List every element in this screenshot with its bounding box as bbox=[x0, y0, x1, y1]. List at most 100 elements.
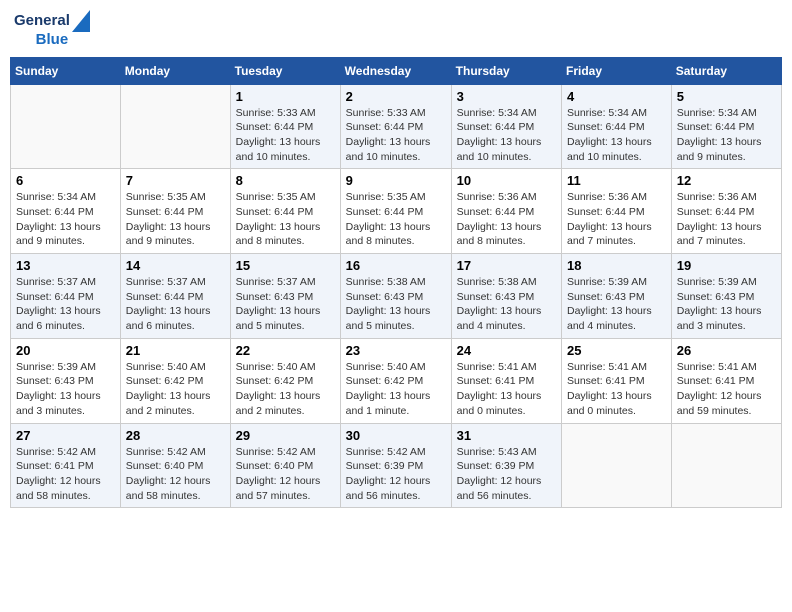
day-info: Sunrise: 5:36 AM Sunset: 6:44 PM Dayligh… bbox=[567, 190, 666, 249]
day-number: 29 bbox=[236, 428, 335, 443]
calendar-cell: 31 Sunrise: 5:43 AM Sunset: 6:39 PM Dayli… bbox=[451, 423, 561, 508]
calendar-cell: 6 Sunrise: 5:34 AM Sunset: 6:44 PM Daylig… bbox=[11, 169, 121, 254]
calendar-cell: 4 Sunrise: 5:34 AM Sunset: 6:44 PM Daylig… bbox=[562, 84, 672, 169]
day-number: 31 bbox=[457, 428, 556, 443]
calendar-week-row: 27Sunrise: 5:42 AM Sunset: 6:41 PM Dayli… bbox=[11, 423, 782, 508]
calendar-table: SundayMondayTuesdayWednesdayThursdayFrid… bbox=[10, 57, 782, 509]
day-number: 21 bbox=[126, 343, 225, 358]
day-number: 23 bbox=[346, 343, 446, 358]
day-info: Sunrise: 5:33 AM Sunset: 6:44 PM Dayligh… bbox=[236, 106, 335, 165]
calendar-week-row: 6 Sunrise: 5:34 AM Sunset: 6:44 PM Daylig… bbox=[11, 169, 782, 254]
day-info: Sunrise: 5:41 AM Sunset: 6:41 PM Dayligh… bbox=[457, 360, 556, 419]
day-info: Sunrise: 5:34 AM Sunset: 6:44 PM Dayligh… bbox=[16, 190, 115, 249]
calendar-week-row: 1Sunrise: 5:33 AM Sunset: 6:44 PM Daylig… bbox=[11, 84, 782, 169]
day-info: Sunrise: 5:36 AM Sunset: 6:44 PM Dayligh… bbox=[457, 190, 556, 249]
calendar-cell: 28 Sunrise: 5:42 AM Sunset: 6:40 PM Dayli… bbox=[120, 423, 230, 508]
day-number: 22 bbox=[236, 343, 335, 358]
day-number: 4 bbox=[567, 89, 666, 104]
day-header-monday: Monday bbox=[120, 57, 230, 84]
day-info: Sunrise: 5:40 AM Sunset: 6:42 PM Dayligh… bbox=[346, 360, 446, 419]
logo-text-general: General bbox=[14, 13, 70, 30]
day-header-sunday: Sunday bbox=[11, 57, 121, 84]
day-number: 19 bbox=[677, 258, 776, 273]
day-info: Sunrise: 5:37 AM Sunset: 6:43 PM Dayligh… bbox=[236, 275, 335, 334]
calendar-cell: 21 Sunrise: 5:40 AM Sunset: 6:42 PM Dayli… bbox=[120, 338, 230, 423]
day-number: 13 bbox=[16, 258, 115, 273]
day-header-tuesday: Tuesday bbox=[230, 57, 340, 84]
day-header-wednesday: Wednesday bbox=[340, 57, 451, 84]
day-info: Sunrise: 5:42 AM Sunset: 6:40 PM Dayligh… bbox=[126, 445, 225, 504]
day-number: 28 bbox=[126, 428, 225, 443]
calendar-cell: 5 Sunrise: 5:34 AM Sunset: 6:44 PM Daylig… bbox=[671, 84, 781, 169]
day-info: Sunrise: 5:35 AM Sunset: 6:44 PM Dayligh… bbox=[126, 190, 225, 249]
calendar-cell: 27Sunrise: 5:42 AM Sunset: 6:41 PM Dayli… bbox=[11, 423, 121, 508]
day-info: Sunrise: 5:35 AM Sunset: 6:44 PM Dayligh… bbox=[346, 190, 446, 249]
day-number: 20 bbox=[16, 343, 115, 358]
day-info: Sunrise: 5:39 AM Sunset: 6:43 PM Dayligh… bbox=[567, 275, 666, 334]
calendar-week-row: 13 Sunrise: 5:37 AM Sunset: 6:44 PM Dayli… bbox=[11, 254, 782, 339]
day-info: Sunrise: 5:35 AM Sunset: 6:44 PM Dayligh… bbox=[236, 190, 335, 249]
day-number: 7 bbox=[126, 173, 225, 188]
calendar-cell: 14 Sunrise: 5:37 AM Sunset: 6:44 PM Dayli… bbox=[120, 254, 230, 339]
calendar-cell: 29 Sunrise: 5:42 AM Sunset: 6:40 PM Dayli… bbox=[230, 423, 340, 508]
day-number: 25 bbox=[567, 343, 666, 358]
calendar-cell: 3 Sunrise: 5:34 AM Sunset: 6:44 PM Daylig… bbox=[451, 84, 561, 169]
logo: General Blue bbox=[14, 10, 90, 49]
calendar-week-row: 20Sunrise: 5:39 AM Sunset: 6:43 PM Dayli… bbox=[11, 338, 782, 423]
calendar-cell: 18 Sunrise: 5:39 AM Sunset: 6:43 PM Dayli… bbox=[562, 254, 672, 339]
calendar-cell bbox=[120, 84, 230, 169]
day-number: 11 bbox=[567, 173, 666, 188]
day-number: 15 bbox=[236, 258, 335, 273]
calendar-cell: 15 Sunrise: 5:37 AM Sunset: 6:43 PM Dayli… bbox=[230, 254, 340, 339]
calendar-cell: 12Sunrise: 5:36 AM Sunset: 6:44 PM Dayli… bbox=[671, 169, 781, 254]
day-number: 6 bbox=[16, 173, 115, 188]
day-number: 17 bbox=[457, 258, 556, 273]
day-info: Sunrise: 5:40 AM Sunset: 6:42 PM Dayligh… bbox=[236, 360, 335, 419]
day-number: 24 bbox=[457, 343, 556, 358]
day-number: 3 bbox=[457, 89, 556, 104]
day-info: Sunrise: 5:34 AM Sunset: 6:44 PM Dayligh… bbox=[677, 106, 776, 165]
day-info: Sunrise: 5:39 AM Sunset: 6:43 PM Dayligh… bbox=[677, 275, 776, 334]
day-info: Sunrise: 5:41 AM Sunset: 6:41 PM Dayligh… bbox=[677, 360, 776, 419]
calendar-cell: 22 Sunrise: 5:40 AM Sunset: 6:42 PM Dayli… bbox=[230, 338, 340, 423]
calendar-cell bbox=[562, 423, 672, 508]
day-info: Sunrise: 5:37 AM Sunset: 6:44 PM Dayligh… bbox=[126, 275, 225, 334]
day-number: 12 bbox=[677, 173, 776, 188]
day-info: Sunrise: 5:33 AM Sunset: 6:44 PM Dayligh… bbox=[346, 106, 446, 165]
day-info: Sunrise: 5:43 AM Sunset: 6:39 PM Dayligh… bbox=[457, 445, 556, 504]
calendar-cell: 24 Sunrise: 5:41 AM Sunset: 6:41 PM Dayli… bbox=[451, 338, 561, 423]
day-info: Sunrise: 5:34 AM Sunset: 6:44 PM Dayligh… bbox=[567, 106, 666, 165]
logo-text-blue: Blue bbox=[36, 32, 69, 49]
day-number: 14 bbox=[126, 258, 225, 273]
calendar-cell: 19 Sunrise: 5:39 AM Sunset: 6:43 PM Dayli… bbox=[671, 254, 781, 339]
day-info: Sunrise: 5:40 AM Sunset: 6:42 PM Dayligh… bbox=[126, 360, 225, 419]
day-number: 8 bbox=[236, 173, 335, 188]
day-info: Sunrise: 5:42 AM Sunset: 6:39 PM Dayligh… bbox=[346, 445, 446, 504]
day-number: 26 bbox=[677, 343, 776, 358]
day-header-friday: Friday bbox=[562, 57, 672, 84]
calendar-cell: 13Sunrise: 5:37 AM Sunset: 6:44 PM Dayli… bbox=[11, 254, 121, 339]
day-info: Sunrise: 5:41 AM Sunset: 6:41 PM Dayligh… bbox=[567, 360, 666, 419]
calendar-cell bbox=[671, 423, 781, 508]
calendar-cell: 1Sunrise: 5:33 AM Sunset: 6:44 PM Daylig… bbox=[230, 84, 340, 169]
calendar-cell: 25 Sunrise: 5:41 AM Sunset: 6:41 PM Dayli… bbox=[562, 338, 672, 423]
day-number: 5 bbox=[677, 89, 776, 104]
day-number: 16 bbox=[346, 258, 446, 273]
day-number: 18 bbox=[567, 258, 666, 273]
day-info: Sunrise: 5:42 AM Sunset: 6:40 PM Dayligh… bbox=[236, 445, 335, 504]
day-number: 9 bbox=[346, 173, 446, 188]
day-info: Sunrise: 5:38 AM Sunset: 6:43 PM Dayligh… bbox=[457, 275, 556, 334]
calendar-cell: 7 Sunrise: 5:35 AM Sunset: 6:44 PM Daylig… bbox=[120, 169, 230, 254]
page-header: General Blue bbox=[10, 10, 782, 49]
day-info: Sunrise: 5:42 AM Sunset: 6:41 PM Dayligh… bbox=[16, 445, 115, 504]
calendar-cell: 8 Sunrise: 5:35 AM Sunset: 6:44 PM Daylig… bbox=[230, 169, 340, 254]
day-header-thursday: Thursday bbox=[451, 57, 561, 84]
calendar-cell: 2Sunrise: 5:33 AM Sunset: 6:44 PM Daylig… bbox=[340, 84, 451, 169]
calendar-cell: 10Sunrise: 5:36 AM Sunset: 6:44 PM Dayli… bbox=[451, 169, 561, 254]
calendar-cell: 26 Sunrise: 5:41 AM Sunset: 6:41 PM Dayli… bbox=[671, 338, 781, 423]
calendar-cell: 16Sunrise: 5:38 AM Sunset: 6:43 PM Dayli… bbox=[340, 254, 451, 339]
calendar-cell bbox=[11, 84, 121, 169]
calendar-header-row: SundayMondayTuesdayWednesdayThursdayFrid… bbox=[11, 57, 782, 84]
day-info: Sunrise: 5:34 AM Sunset: 6:44 PM Dayligh… bbox=[457, 106, 556, 165]
calendar-cell: 23 Sunrise: 5:40 AM Sunset: 6:42 PM Dayli… bbox=[340, 338, 451, 423]
